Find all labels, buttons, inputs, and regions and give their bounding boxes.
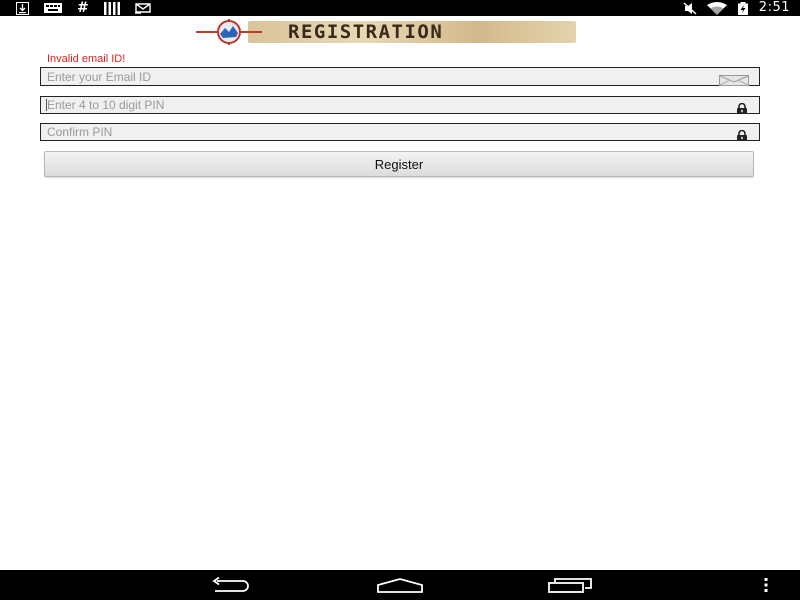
- lock-icon: [735, 99, 749, 118]
- confirm-pin-input[interactable]: [47, 124, 707, 140]
- battery-charging-icon: [737, 1, 749, 15]
- email-input[interactable]: [47, 68, 707, 85]
- banner-title: REGISTRATION: [288, 21, 444, 43]
- globe-crosshair-icon: [196, 19, 262, 45]
- registration-screen: # 2:51 REGISTRATION Invalid email ID! En…: [0, 0, 800, 600]
- keyboard-icon: [44, 2, 62, 15]
- wifi-icon: [706, 1, 727, 15]
- clock: 2:51: [758, 0, 790, 15]
- overflow-menu-icon[interactable]: [752, 570, 780, 600]
- email-error-message: Invalid email ID!: [47, 53, 126, 65]
- recents-icon[interactable]: [540, 570, 600, 600]
- register-button[interactable]: Register: [44, 151, 754, 177]
- pin-field[interactable]: [40, 96, 760, 114]
- signal-bars-icon: [103, 1, 120, 15]
- pin-input[interactable]: [47, 97, 707, 113]
- registration-banner: REGISTRATION: [196, 19, 576, 45]
- mute-icon: [683, 1, 697, 15]
- envelope-icon: [719, 71, 749, 90]
- lock-icon: [735, 126, 749, 145]
- download-icon: [16, 1, 29, 15]
- system-icons: 2:51: [683, 0, 790, 16]
- back-icon[interactable]: [200, 570, 260, 600]
- email-field[interactable]: [40, 67, 760, 86]
- hash-icon: #: [77, 0, 89, 16]
- status-bar: # 2:51: [0, 0, 800, 16]
- navigation-bar: [0, 570, 800, 600]
- notification-icons: #: [16, 1, 151, 15]
- check-mail-icon: [134, 2, 151, 15]
- confirm-pin-field[interactable]: [40, 123, 760, 141]
- home-icon[interactable]: [370, 570, 430, 600]
